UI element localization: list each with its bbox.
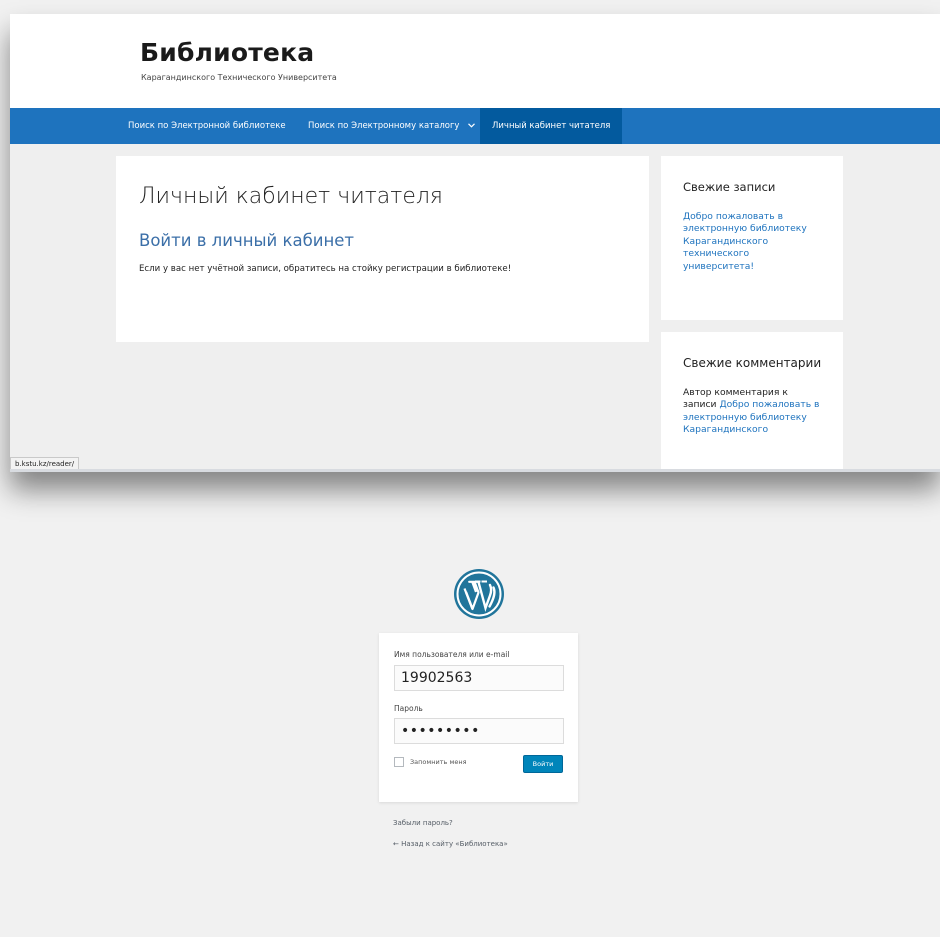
login-submit-button[interactable]: Войти	[523, 755, 563, 773]
password-label: Пароль	[394, 704, 423, 713]
page-title: Личный кабинет читателя	[139, 184, 443, 209]
login-form: Имя пользователя или e-mail Пароль Запом…	[379, 633, 578, 802]
recent-post-link[interactable]: Добро пожаловать в электронную библиотек…	[683, 211, 821, 273]
widget-title: Свежие записи	[683, 180, 776, 194]
username-input[interactable]	[394, 665, 564, 691]
comment-author: Автор комментария	[683, 387, 780, 398]
widget-title: Свежие комментарии	[683, 356, 822, 370]
main-content: Личный кабинет читателя Войти в личный к…	[116, 156, 649, 342]
nav-item-reader-cabinet[interactable]: Личный кабинет читателя	[480, 108, 623, 144]
nav-item-label: Поиск по Электронному каталогу	[308, 121, 460, 131]
username-label: Имя пользователя или e-mail	[394, 650, 510, 659]
remember-me-label: Запомнить меня	[410, 758, 467, 766]
taskbar-strip	[10, 469, 940, 472]
site-title[interactable]: Библиотека	[140, 38, 314, 67]
nav-item-label: Поиск по Электронной библиотеке	[128, 121, 286, 131]
wordpress-logo-icon[interactable]	[453, 568, 505, 620]
chevron-down-icon	[468, 108, 476, 144]
recent-comments-widget: Свежие комментарии Автор комментария к з…	[661, 332, 843, 472]
recent-comment-entry: Автор комментария к записи Добро пожалов…	[683, 387, 821, 437]
nav-item-electronic-catalog[interactable]: Поиск по Электронному каталогу	[296, 108, 487, 144]
lost-password-link[interactable]: Забыли пароль?	[393, 819, 453, 827]
library-site-screenshot: Библиотека Карагандинского Технического …	[10, 14, 940, 472]
back-to-site-link[interactable]: ← Назад к сайту «Библиотека»	[393, 840, 508, 848]
recent-posts-widget: Свежие записи Добро пожаловать в электро…	[661, 156, 843, 320]
nav-item-label: Личный кабинет читателя	[492, 121, 611, 131]
password-input[interactable]	[394, 718, 564, 744]
main-navigation: Поиск по Электронной библиотеке Поиск по…	[10, 108, 940, 144]
nav-item-electronic-library[interactable]: Поиск по Электронной библиотеке	[116, 108, 298, 144]
remember-me-checkbox[interactable]	[394, 757, 404, 767]
site-description: Карагандинского Технического Университет…	[141, 73, 337, 82]
registration-notice: Если у вас нет учётной записи, обратитес…	[139, 264, 512, 274]
remember-me[interactable]: Запомнить меня	[394, 757, 467, 767]
site-header: Библиотека Карагандинского Технического …	[10, 14, 940, 108]
login-link[interactable]: Войти в личный кабинет	[139, 231, 354, 250]
